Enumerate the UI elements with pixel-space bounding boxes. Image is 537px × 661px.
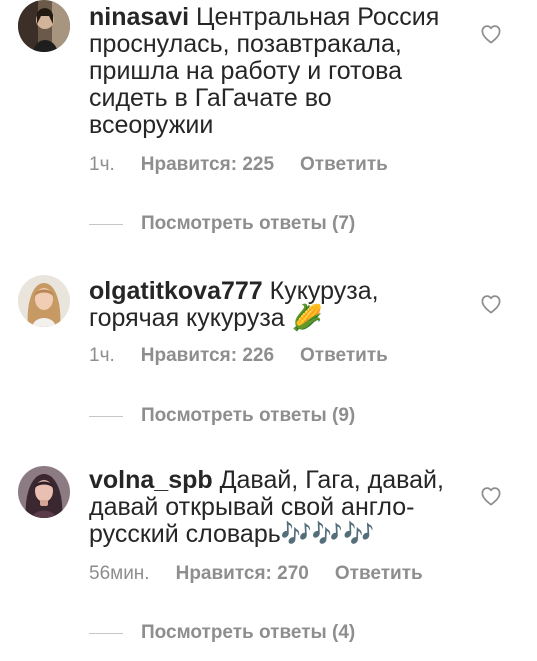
comment-meta: 56мин. Нравится: 270 Ответить xyxy=(89,563,449,585)
reply-button[interactable]: Ответить xyxy=(335,563,423,584)
view-replies-label: Посмотреть ответы (9) xyxy=(141,405,356,426)
comment-likes[interactable]: Нравится: 225 xyxy=(141,154,274,175)
comment-time: 1ч. xyxy=(89,154,115,175)
heart-outline-icon[interactable] xyxy=(480,486,502,506)
view-replies-button[interactable]: Посмотреть ответы (9) xyxy=(89,404,355,428)
comment-username[interactable]: ninasavi xyxy=(89,3,189,31)
avatar[interactable] xyxy=(18,466,70,518)
view-replies-button[interactable]: Посмотреть ответы (4) xyxy=(89,621,355,645)
comment-time: 1ч. xyxy=(89,345,115,366)
avatar[interactable] xyxy=(18,0,70,52)
comment-username[interactable]: volna_spb xyxy=(89,466,213,494)
comment-likes[interactable]: Нравится: 226 xyxy=(141,345,274,366)
heart-outline-icon[interactable] xyxy=(480,24,502,44)
divider-line xyxy=(89,415,123,417)
avatar[interactable] xyxy=(18,275,70,327)
view-replies-label: Посмотреть ответы (7) xyxy=(141,213,356,234)
comment-text: ninasavi Центральная Россия проснулась, … xyxy=(89,4,469,139)
comment-text: volna_spb Давай, Гага, давай, давай откр… xyxy=(89,467,469,548)
comment-meta: 1ч. Нравится: 226 Ответить xyxy=(89,345,414,367)
reply-button[interactable]: Ответить xyxy=(300,345,388,366)
reply-button[interactable]: Ответить xyxy=(300,154,388,175)
comment-username[interactable]: olgatitkova777 xyxy=(89,277,263,305)
view-replies-button[interactable]: Посмотреть ответы (7) xyxy=(89,212,355,236)
view-replies-label: Посмотреть ответы (4) xyxy=(141,622,356,643)
comment-time: 56мин. xyxy=(89,563,150,584)
divider-line xyxy=(89,223,123,225)
comment-text: olgatitkova777 Кукуруза, горячая кукуруз… xyxy=(89,278,469,332)
comment-meta: 1ч. Нравится: 225 Ответить xyxy=(89,154,414,176)
comment-likes[interactable]: Нравится: 270 xyxy=(176,563,309,584)
divider-line xyxy=(89,632,123,634)
heart-outline-icon[interactable] xyxy=(480,294,502,314)
